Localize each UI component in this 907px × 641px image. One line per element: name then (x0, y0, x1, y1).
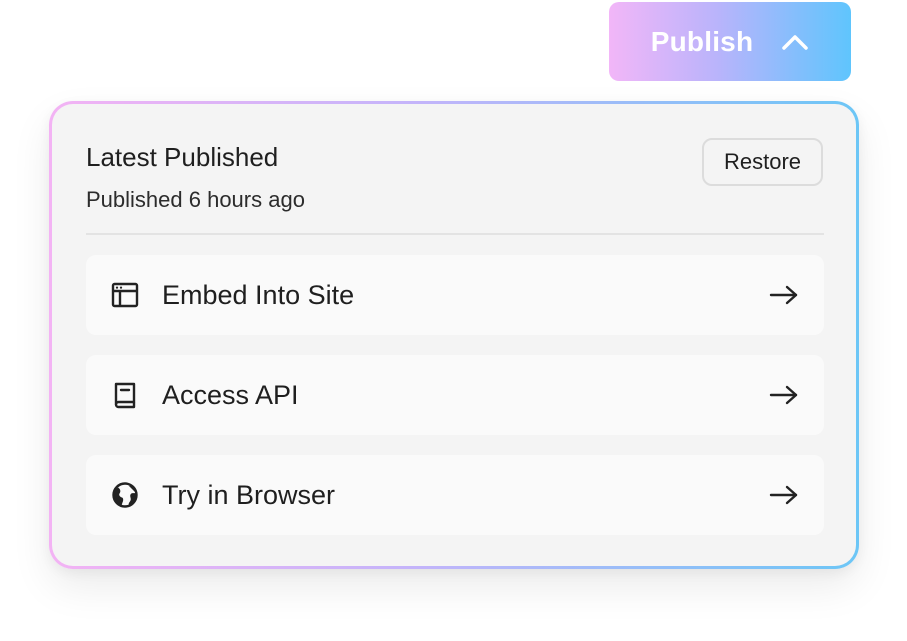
option-label: Access API (162, 379, 299, 410)
panel-title: Latest Published (86, 142, 279, 172)
publish-status-text: Published 6 hours ago (86, 187, 305, 212)
option-try-in-browser[interactable]: Try in Browser (86, 455, 824, 535)
option-embed-into-site[interactable]: Embed Into Site (86, 255, 824, 335)
browser-window-icon (110, 280, 140, 310)
chevron-up-icon (781, 33, 809, 51)
publish-button-label: Publish (650, 25, 754, 57)
arrow-right-icon (768, 283, 800, 307)
publish-button[interactable]: Publish (609, 2, 851, 81)
divider (86, 233, 824, 235)
arrow-right-icon (768, 483, 800, 507)
option-access-api[interactable]: Access API (86, 355, 824, 435)
publish-panel-body: Latest Published Published 6 hours ago R… (52, 104, 856, 566)
publish-panel: Latest Published Published 6 hours ago R… (49, 101, 859, 569)
option-label: Try in Browser (162, 479, 336, 510)
book-icon (110, 380, 140, 410)
restore-button[interactable]: Restore (702, 138, 823, 186)
globe-icon (110, 480, 140, 510)
arrow-right-icon (768, 383, 800, 407)
option-label: Embed Into Site (162, 279, 355, 310)
